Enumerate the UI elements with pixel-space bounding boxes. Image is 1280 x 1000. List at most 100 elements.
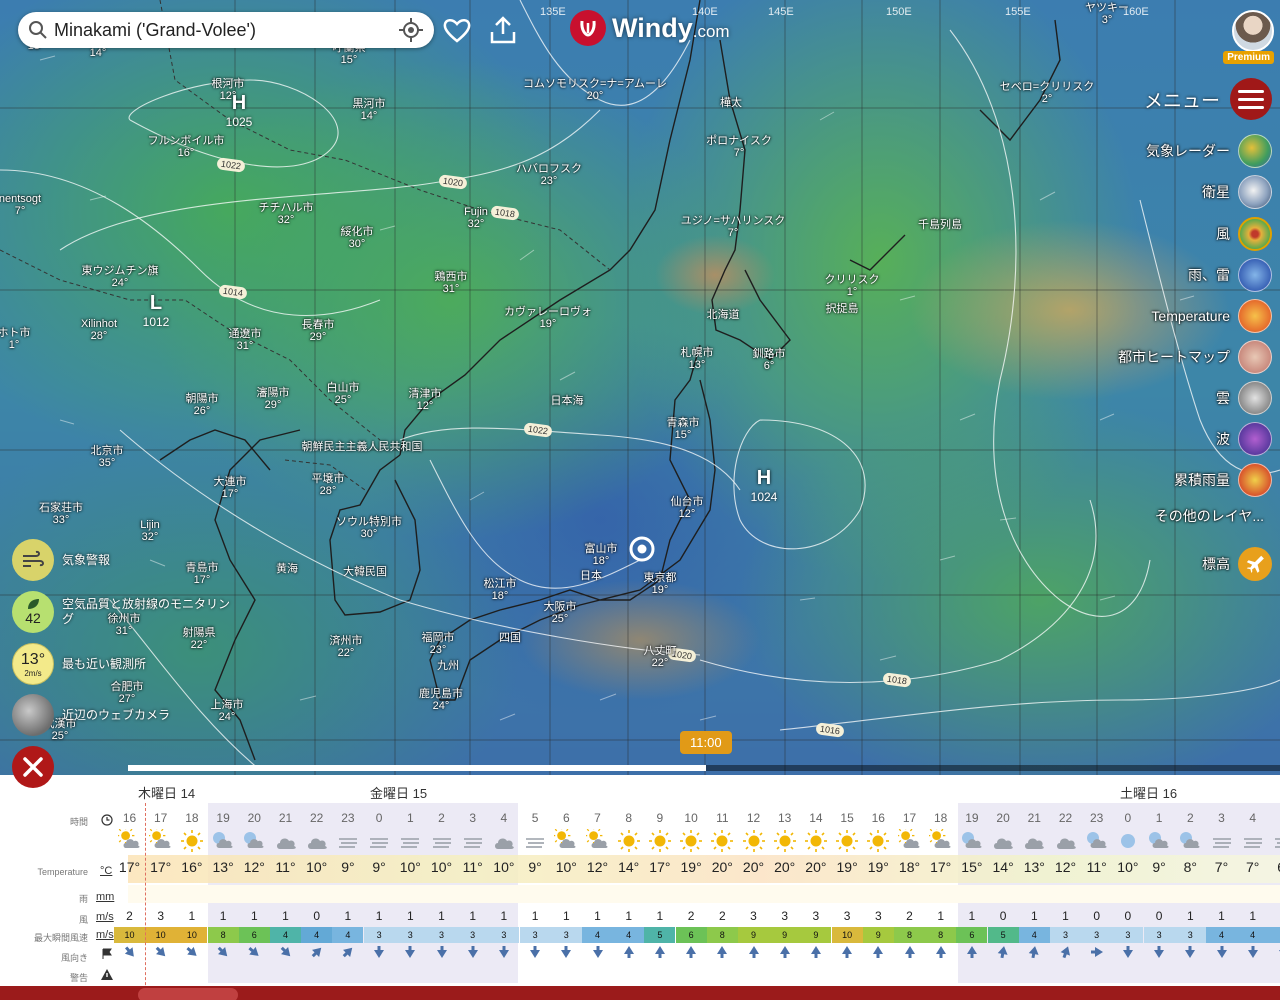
city-label[interactable]: カヴァレーロヴォ 19° <box>504 306 592 330</box>
layer-satellite[interactable]: 衛星 <box>1202 174 1272 210</box>
my-location-icon[interactable] <box>398 17 424 43</box>
layer-waves[interactable]: 波 <box>1216 421 1272 457</box>
city-label[interactable]: 富山市 18° <box>585 543 618 567</box>
city-label[interactable]: 日本海 <box>551 395 584 407</box>
city-label[interactable]: セベロ=クリリスク 2° <box>1000 81 1094 105</box>
city-label[interactable]: 松江市 18° <box>484 578 517 602</box>
windy-logo: Windy.com <box>570 10 730 46</box>
city-label[interactable]: 仙台市 12° <box>671 496 704 520</box>
city-label[interactable]: 朝陽市 26° <box>186 393 219 417</box>
city-label[interactable]: 九州 <box>437 660 459 672</box>
layer-city-heatmap[interactable]: 都市ヒートマップ <box>1118 339 1272 375</box>
weather-warnings-widget[interactable]: 気象警報 <box>12 539 232 581</box>
city-label[interactable]: 瀋陽市 29° <box>257 387 290 411</box>
city-label[interactable]: 清津市 12° <box>409 388 442 412</box>
layer-wind[interactable]: 風 <box>1216 216 1272 252</box>
city-label[interactable]: ヤツキー 3° <box>1085 2 1129 26</box>
city-label[interactable]: 白山市 25° <box>327 382 360 406</box>
layer-rain-thunder[interactable]: 雨、雷 <box>1188 257 1272 293</box>
layer-temperature[interactable]: Temperature <box>1151 298 1272 334</box>
city-name: セベロ=クリリスク <box>999 81 1095 93</box>
city-label[interactable]: 福岡市 23° <box>422 632 455 656</box>
city-label[interactable]: ホト市 1° <box>0 327 31 351</box>
city-label[interactable]: 四国 <box>499 632 521 644</box>
timeline-time-bubble[interactable]: 11:00 <box>680 731 732 754</box>
nearest-station-widget[interactable]: 13° 2m/s 最も近い観測所 <box>12 643 232 685</box>
forecast-grid[interactable]: 16 17° 2 10 17 17° 3 10 18 16° 1 10 19 13° 1 8 20 12° 1 6 21… <box>114 803 1280 1000</box>
city-name: カヴァレーロヴォ <box>504 306 592 318</box>
menu-button[interactable]: メニュー <box>1144 78 1272 120</box>
city-label[interactable]: 東ウジムチン旗 24° <box>82 265 159 289</box>
city-label[interactable]: クリリスク 1° <box>825 274 880 298</box>
city-label[interactable]: 大韓民国 <box>343 566 387 578</box>
city-label[interactable]: nentsogt 7° <box>0 193 41 217</box>
city-label[interactable]: ハバロフスク 23° <box>516 163 582 187</box>
city-label[interactable]: 北京市 35° <box>91 445 124 469</box>
city-label[interactable]: 綏化市 30° <box>341 226 374 250</box>
city-label[interactable]: 札幌市 13° <box>681 347 714 371</box>
city-label[interactable]: 大連市 17° <box>214 476 247 500</box>
rain-unit[interactable]: mm <box>96 891 114 903</box>
city-label[interactable]: 黄海 <box>276 563 298 575</box>
city-label[interactable]: 日本 <box>580 570 602 582</box>
city-label[interactable]: フルンボイル市 16° <box>148 135 225 159</box>
city-label[interactable]: 北海道 <box>707 309 740 321</box>
city-label[interactable]: ユジノ=サハリンスク 7° <box>681 215 786 239</box>
city-label[interactable]: 鹿児島市 24° <box>419 688 463 712</box>
close-forecast-button[interactable] <box>12 746 54 788</box>
city-label[interactable]: 千島列島 <box>918 219 962 231</box>
wind-direction-arrow-icon <box>1081 945 1112 963</box>
city-label[interactable]: ポロナイスク 7° <box>706 135 772 159</box>
layer-clouds[interactable]: 雲 <box>1216 380 1272 416</box>
city-label[interactable]: コムソモリスク=ナ=アムーレ 20° <box>523 78 667 102</box>
bottom-toolbar-tab[interactable] <box>138 988 238 1000</box>
city-label[interactable]: 黒河市 14° <box>353 98 386 122</box>
layer-more[interactable]: その他のレイヤ... <box>1155 498 1272 534</box>
altitude-button[interactable]: 標高 <box>1202 546 1272 582</box>
city-label[interactable]: Fujin 32° <box>464 206 488 230</box>
city-label[interactable]: 済州市 22° <box>330 635 363 659</box>
city-label[interactable]: ソウル特別市 30° <box>336 516 402 540</box>
layer-accumulated-rain[interactable]: 累積雨量 <box>1174 462 1272 498</box>
hour-cell: 22 <box>1058 811 1073 825</box>
forecast-table[interactable]: 木曜日 14 金曜日 15 土曜日 16 時間 Temperature °C 雨… <box>0 775 1280 1000</box>
city-label[interactable]: 14° <box>90 47 107 59</box>
city-label[interactable]: 大阪市 25° <box>544 601 577 625</box>
weather-map[interactable]: 135E 140E 145E 150E 155E 160E H 1025 L 101… <box>0 0 1280 775</box>
webcams-widget[interactable]: 近辺のウェブカメラ <box>12 694 232 736</box>
wind-direction-arrow-icon <box>208 945 239 963</box>
share-icon[interactable] <box>487 14 519 46</box>
air-quality-widget[interactable]: 42 空気品質と放射線のモニタリング <box>12 591 232 633</box>
user-avatar[interactable] <box>1232 10 1274 52</box>
city-label[interactable]: 朝鮮民主主義人民共和国 <box>302 441 423 453</box>
heatmap-layer-icon <box>1238 340 1272 374</box>
city-label[interactable]: 根河市 12° <box>212 78 245 102</box>
borders <box>0 0 611 491</box>
city-label[interactable]: 東京都 19° <box>644 572 677 596</box>
city-label[interactable]: 樺太 <box>720 97 742 109</box>
wind-speed-cell: 1 <box>968 909 976 923</box>
wind-speed-cell: 1 <box>1218 909 1225 923</box>
city-label[interactable]: 択捉島 <box>826 303 859 315</box>
search-input[interactable]: Minakami ('Grand-Volee') <box>54 20 398 41</box>
search-bar[interactable]: Minakami ('Grand-Volee') <box>18 12 434 48</box>
favorite-heart-icon[interactable] <box>441 14 473 46</box>
gust-unit[interactable]: m/s <box>96 929 114 941</box>
layer-radar[interactable]: 気象レーダー <box>1146 133 1272 169</box>
city-label[interactable]: 青森市 15° <box>667 417 700 441</box>
city-label[interactable]: 長春市 29° <box>302 319 335 343</box>
city-label[interactable]: 石家荘市 33° <box>39 502 83 526</box>
city-label[interactable]: 釧路市 6° <box>753 348 786 372</box>
timeline-slider[interactable] <box>128 765 1280 771</box>
city-label[interactable]: 鶏西市 31° <box>435 271 468 295</box>
city-label[interactable]: Xilinhot 28° <box>81 318 117 342</box>
city-label[interactable]: 通遼市 31° <box>229 328 262 352</box>
city-label[interactable]: 八丈町 22° <box>644 645 677 669</box>
selected-location-marker[interactable] <box>629 536 655 562</box>
city-label[interactable]: 平壌市 28° <box>312 473 345 497</box>
wind-unit[interactable]: m/s <box>96 911 114 923</box>
temperature-unit[interactable]: °C <box>100 865 112 877</box>
bottom-toolbar[interactable] <box>0 986 1280 1000</box>
city-label[interactable]: チチハル市 32° <box>259 202 314 226</box>
hour-cell: 16 <box>871 811 885 825</box>
